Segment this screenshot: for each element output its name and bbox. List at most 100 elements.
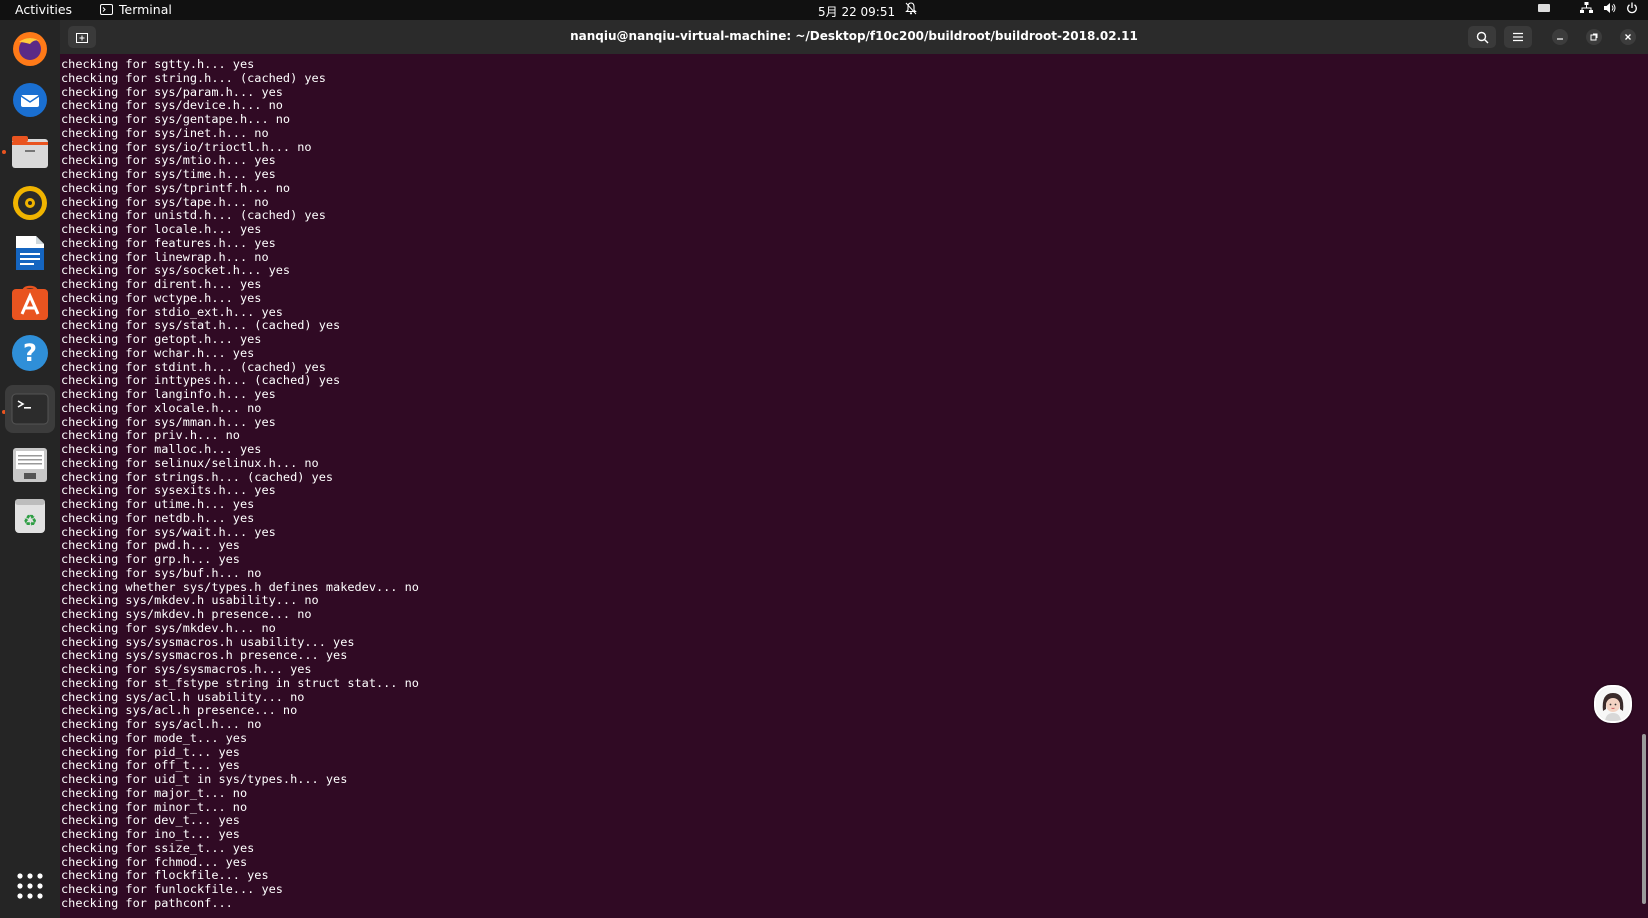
drive-icon[interactable] (10, 445, 50, 485)
keyboard-icon[interactable] (1538, 4, 1550, 12)
close-button[interactable] (1620, 29, 1636, 45)
notification-bell-icon[interactable] (905, 2, 917, 18)
terminal-line: checking for sgtty.h... yes (61, 57, 255, 71)
terminal-line: checking for locale.h... yes (61, 222, 262, 236)
avatar-icon (1596, 687, 1630, 721)
terminal-line: checking for getopt.h... yes (61, 332, 262, 346)
terminal-line: checking for langinfo.h... yes (61, 387, 276, 401)
terminal-line: checking for sys/mman.h... yes (61, 414, 276, 429)
terminal-line: checking sys/mkdev.h usability... no (61, 593, 319, 608)
terminal-line: checking for flockfile... yes (61, 868, 269, 883)
terminal-line: checking for wchar.h... yes (61, 345, 255, 360)
app-menu[interactable]: Terminal (100, 2, 172, 17)
network-icon[interactable] (1580, 2, 1593, 14)
terminal-line: checking sys/mkdev.h presence... no (61, 607, 312, 621)
terminal-line: checking for sys/tape.h... no (61, 194, 269, 209)
terminal-line: checking for sys/inet.h... no (61, 125, 269, 140)
terminal-lines: checking for sgtty.h... yes checking for … (61, 57, 419, 911)
terminal-line: checking for sys/sysmacros.h... yes (61, 662, 312, 676)
search-button[interactable] (1468, 26, 1496, 48)
terminal-line: checking for ssize_t... yes (61, 840, 255, 855)
terminal-line: checking for dirent.h... yes (61, 277, 262, 291)
thunderbird-icon[interactable] (10, 80, 50, 120)
search-icon (1476, 31, 1488, 43)
window-titlebar[interactable]: nanqiu@nanqiu-virtual-machine: ~/Desktop… (60, 20, 1648, 54)
writer-icon[interactable] (10, 233, 50, 273)
restore-icon (1590, 33, 1598, 41)
terminal-line: checking for sys/gentape.h... no (61, 112, 291, 126)
close-icon (1625, 34, 1631, 40)
terminal-line: checking for pwd.h... yes (61, 538, 240, 553)
terminal-line: checking for mode_t... yes (61, 730, 248, 745)
terminal-line: checking for stdint.h... (cached) yes (61, 359, 326, 374)
terminal-line: checking for sys/tprintf.h... no (61, 180, 291, 195)
firefox-icon[interactable] (10, 29, 50, 69)
terminal-line: checking for sys/mtio.h... yes (61, 153, 276, 168)
terminal-line: checking for malloc.h... yes (61, 442, 262, 456)
help-icon[interactable]: ? (10, 333, 50, 373)
terminal-line: checking for stdio_ext.h... yes (61, 304, 283, 319)
terminal-line: checking for major_t... no (61, 785, 248, 800)
terminal-output[interactable]: checking for sgtty.h... yes checking for … (60, 54, 1640, 918)
terminal-icon[interactable] (5, 385, 55, 433)
terminal-line: checking for sys/mkdev.h... no (61, 620, 276, 635)
menu-button[interactable] (1504, 26, 1532, 48)
terminal-line: checking for dev_t... yes (61, 813, 240, 828)
activities-button[interactable]: Activities (15, 2, 72, 17)
terminal-line: checking for fchmod... yes (61, 854, 248, 869)
terminal-line: checking for off_t... yes (61, 758, 240, 773)
terminal-line: checking for utime.h... yes (61, 497, 255, 511)
terminal-line: checking for netdb.h... yes (61, 510, 255, 525)
terminal-line: checking for sys/socket.h... yes (61, 263, 291, 278)
svg-text:?: ? (23, 339, 37, 367)
terminal-line: checking sys/acl.h usability... no (61, 689, 305, 704)
show-apps-icon[interactable] (10, 866, 50, 906)
terminal-line: checking for sys/wait.h... yes (61, 524, 276, 539)
app-menu-label: Terminal (119, 2, 172, 17)
terminal-line: checking for sys/param.h... yes (61, 84, 283, 99)
svg-text:♻: ♻ (23, 511, 37, 530)
window-title: nanqiu@nanqiu-virtual-machine: ~/Desktop… (570, 29, 1138, 43)
scrollbar-thumb[interactable] (1642, 734, 1646, 904)
minimize-button[interactable] (1552, 29, 1568, 45)
software-icon[interactable] (10, 283, 50, 323)
dock: ? ♻ (0, 20, 60, 918)
terminal-line: checking for sys/time.h... yes (61, 167, 276, 181)
terminal-line: checking for pathconf... (61, 895, 233, 910)
terminal-line: checking for sys/acl.h... no (61, 717, 262, 731)
terminal-line: checking for minor_t... no (61, 799, 248, 814)
terminal-line: checking for pid_t... yes (61, 744, 240, 759)
rhythmbox-icon[interactable] (10, 183, 50, 223)
terminal-line: checking for funlockfile... yes (61, 882, 283, 896)
terminal-line: checking for uid_t in sys/types.h... yes (61, 772, 348, 786)
system-tray[interactable] (1538, 2, 1638, 14)
terminal-app-icon (100, 4, 113, 15)
power-icon[interactable] (1626, 2, 1638, 14)
scrollbar[interactable] (1640, 54, 1648, 918)
terminal-line: checking for selinux/selinux.h... no (61, 455, 319, 470)
avatar[interactable] (1594, 685, 1632, 723)
terminal-line: checking for st_fstype string in struct … (61, 675, 419, 690)
restore-button[interactable] (1586, 29, 1602, 45)
terminal-line: checking for wctype.h... yes (61, 290, 262, 305)
terminal-line: checking for priv.h... no (61, 428, 240, 443)
trash-icon[interactable]: ♻ (10, 496, 50, 536)
running-indicator (2, 150, 6, 154)
terminal-line: checking for sys/device.h... no (61, 98, 283, 113)
hamburger-icon (1513, 32, 1523, 42)
minimize-icon (1557, 38, 1563, 40)
terminal-line: checking for sys/stat.h... (cached) yes (61, 318, 341, 333)
terminal-line: checking for sys/io/trioctl.h... no (61, 139, 312, 154)
files-icon[interactable] (10, 132, 50, 172)
terminal-line: checking for linewrap.h... no (61, 249, 269, 264)
terminal-line: checking sys/sysmacros.h presence... yes (61, 648, 348, 663)
clock[interactable]: 5月 22 09:51 (818, 3, 895, 20)
terminal-line: checking for sysexits.h... yes (61, 483, 276, 498)
terminal-line: checking for string.h... (cached) yes (61, 70, 326, 85)
terminal-line: checking for strings.h... (cached) yes (61, 469, 334, 484)
terminal-line: checking sys/acl.h presence... no (61, 703, 298, 718)
terminal-line: checking for xlocale.h... no (61, 400, 262, 415)
terminal-line: checking for grp.h... yes (61, 552, 240, 566)
volume-icon[interactable] (1603, 2, 1616, 14)
top-bar: Activities Terminal 5月 22 09:51 (0, 0, 1648, 20)
